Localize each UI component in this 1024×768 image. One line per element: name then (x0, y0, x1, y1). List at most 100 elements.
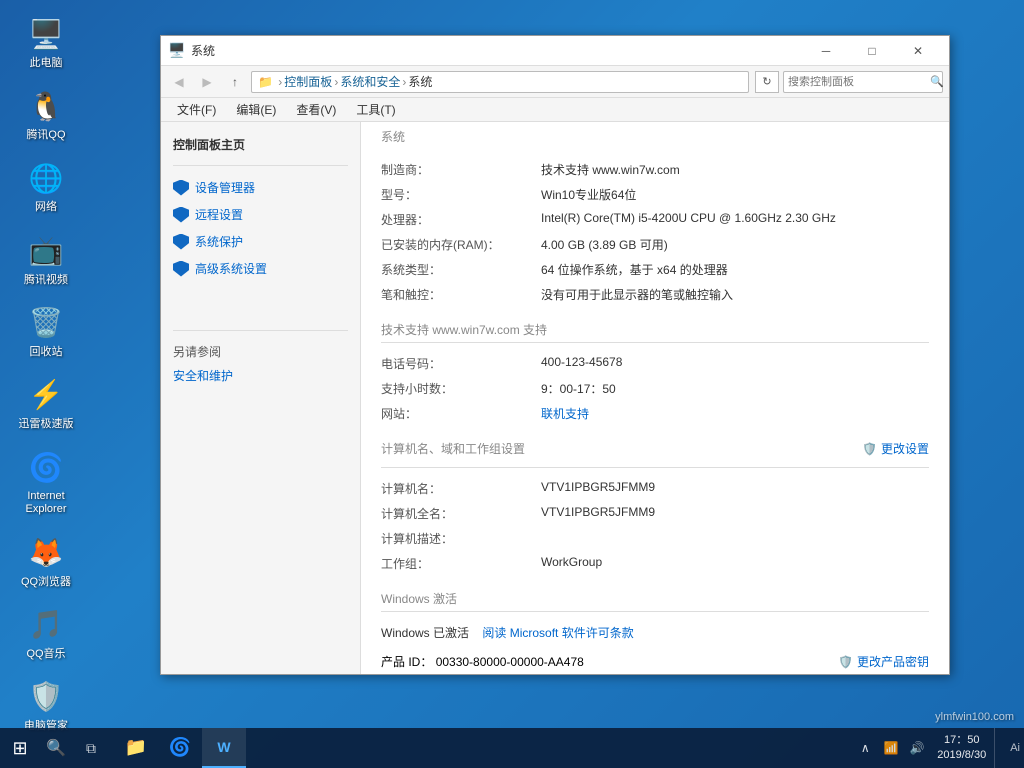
value-phone: 400-123-45678 (541, 351, 929, 376)
address-bar: ◀ ▶ ↑ 📁 › 控制面板 › 系统和安全 › 系统 ↻ 🔍 (161, 66, 949, 98)
label-phone: 电话号码： (381, 351, 541, 376)
path-current: 系统 (408, 73, 432, 90)
tray-volume-icon[interactable]: 🔊 (905, 728, 929, 768)
table-row: 网站： 联机支持 (381, 401, 929, 426)
window-title: 系统 (191, 42, 803, 59)
up-button[interactable]: ↑ (223, 70, 247, 94)
sidebar-link-advanced-settings[interactable]: 高级系统设置 (161, 255, 360, 282)
value-computer-name: VTV1IPBGR5JFMM9 (541, 476, 929, 501)
path-control-panel[interactable]: 控制面板 (284, 73, 332, 90)
change-product-key-button[interactable]: 🛡️ 更改产品密钥 (838, 653, 929, 670)
icon-qq-music[interactable]: 🎵 QQ音乐 (10, 601, 82, 665)
value-website: 联机支持 (541, 401, 929, 426)
search-icon[interactable]: 🔍 (930, 75, 944, 88)
icon-network[interactable]: 🌐 网络 (10, 154, 82, 218)
content-inner: 制造商： 技术支持 www.win7w.com 型号： Win10专业版64位 … (361, 147, 949, 674)
value-manufacturer: 技术支持 www.win7w.com (541, 157, 929, 182)
tray-up-arrow[interactable]: ∧ (853, 728, 877, 768)
label-pen-touch: 笔和触控： (381, 282, 541, 307)
sidebar-link-device-manager[interactable]: 设备管理器 (161, 174, 360, 201)
value-computer-fullname: VTV1IPBGR5JFMM9 (541, 501, 929, 526)
search-input[interactable] (788, 76, 930, 88)
search-box: 🔍 (783, 71, 943, 93)
table-row: 支持小时数： 9：00-17：50 (381, 376, 929, 401)
label-workgroup: 工作组： (381, 551, 541, 576)
menu-file[interactable]: 文件(F) (169, 99, 224, 120)
icon-my-computer[interactable]: 🖥️ 此电脑 (10, 10, 82, 74)
system-window: 🖥️ 系统 ─ □ ✕ ◀ ▶ ↑ 📁 › 控制面板 › 系统和安全 › 系统 (160, 35, 950, 675)
task-view-button[interactable]: ⧉ (72, 728, 110, 768)
sidebar-also-link-security[interactable]: 安全和维护 (161, 364, 360, 387)
taskbar: ⊞ 🔍 ⧉ 📁 🌀 W ∧ 📶 🔊 17：50 2019/8/30 Ai (0, 728, 1024, 768)
license-link[interactable]: 阅读 Microsoft 软件许可条款 (482, 626, 633, 640)
minimize-button[interactable]: ─ (803, 36, 849, 66)
taskbar-apps: 📁 🌀 W (114, 728, 246, 768)
path-system-security[interactable]: 系统和安全 (340, 73, 400, 90)
sidebar-also-see-title: 另请参阅 (161, 339, 360, 364)
computer-name-table: 计算机名： VTV1IPBGR5JFMM9 计算机全名： VTV1IPBGR5J… (381, 476, 929, 576)
window-body: 控制面板主页 设备管理器 远程设置 系统保护 高级系统设置 (161, 122, 949, 674)
taskbar-explorer[interactable]: 📁 (114, 728, 158, 768)
menu-tools[interactable]: 工具(T) (348, 99, 403, 120)
system-info-table: 制造商： 技术支持 www.win7w.com 型号： Win10专业版64位 … (381, 157, 929, 307)
value-ram: 4.00 GB (3.89 GB 可用) (541, 232, 929, 257)
icon-tencent-video[interactable]: 📺 腾讯视频 (10, 227, 82, 291)
icon-recycle-bin[interactable]: 🗑️ 回收站 (10, 299, 82, 363)
sidebar-link-system-protect[interactable]: 系统保护 (161, 228, 360, 255)
window-controls: ─ □ ✕ (803, 36, 941, 66)
taskbar-search-button[interactable]: 🔍 (40, 728, 72, 768)
label-website: 网站： (381, 401, 541, 426)
table-row: 计算机名： VTV1IPBGR5JFMM9 (381, 476, 929, 501)
value-computer-desc (541, 526, 929, 551)
forward-button[interactable]: ▶ (195, 70, 219, 94)
table-row: 工作组： WorkGroup (381, 551, 929, 576)
shield-icon-inline: 🛡️ (862, 442, 877, 456)
value-system-type: 64 位操作系统，基于 x64 的处理器 (541, 257, 929, 282)
close-button[interactable]: ✕ (895, 36, 941, 66)
taskbar-ie[interactable]: 🌀 (158, 728, 202, 768)
refresh-button[interactable]: ↻ (755, 71, 779, 93)
activated-text: Windows 已激活 (381, 626, 469, 640)
icon-qq-browser[interactable]: 🦊 QQ浏览器 (10, 529, 82, 593)
back-button[interactable]: ◀ (167, 70, 191, 94)
shield-icon (173, 180, 189, 196)
shield-icon-3 (173, 234, 189, 250)
sidebar-divider-top (173, 165, 348, 166)
start-button[interactable]: ⊞ (0, 728, 40, 768)
sidebar: 控制面板主页 设备管理器 远程设置 系统保护 高级系统设置 (161, 122, 361, 674)
sidebar-main-title: 控制面板主页 (161, 132, 360, 157)
table-row: 系统类型： 64 位操作系统，基于 x64 的处理器 (381, 257, 929, 282)
activation-row: Windows 已激活 阅读 Microsoft 软件许可条款 (381, 620, 929, 649)
icon-ie[interactable]: 🌀 Internet Explorer (10, 443, 82, 520)
window-app-icon: 🖥️ (169, 43, 185, 59)
top-section-label: 系统 (361, 122, 949, 147)
icon-qq[interactable]: 🐧 腾讯QQ (10, 82, 82, 146)
sidebar-link-remote-settings[interactable]: 远程设置 (161, 201, 360, 228)
address-path[interactable]: 📁 › 控制面板 › 系统和安全 › 系统 (251, 71, 749, 93)
change-settings-button[interactable]: 🛡️ 更改设置 (862, 440, 929, 457)
menu-edit[interactable]: 编辑(E) (228, 99, 284, 120)
label-computer-fullname: 计算机全名： (381, 501, 541, 526)
label-ram: 已安装的内存(RAM)： (381, 232, 541, 257)
maximize-button[interactable]: □ (849, 36, 895, 66)
icon-xunlei[interactable]: ⚡ 迅雷极速版 (10, 371, 82, 435)
value-workgroup: WorkGroup (541, 551, 929, 576)
value-model: Win10专业版64位 (541, 182, 929, 207)
value-hours: 9：00-17：50 (541, 376, 929, 401)
product-id-value: 00330-80000-00000-AA478 (436, 655, 584, 669)
desktop-icon-area: 🖥️ 此电脑 🐧 腾讯QQ 🌐 网络 📺 腾讯视频 🗑️ 回收站 ⚡ 迅雷极速版… (10, 10, 82, 737)
tray-clock[interactable]: 17：50 2019/8/30 (931, 733, 992, 764)
shield-icon-key: 🛡️ (838, 655, 853, 669)
path-folder-icon: 📁 (258, 75, 273, 89)
taskbar-word[interactable]: W (202, 728, 246, 768)
menu-view[interactable]: 查看(V) (288, 99, 344, 120)
online-support-link[interactable]: 联机支持 (541, 407, 589, 421)
table-row: 处理器： Intel(R) Core(TM) i5-4200U CPU @ 1.… (381, 207, 929, 232)
support-info-table: 电话号码： 400-123-45678 支持小时数： 9：00-17：50 网站… (381, 351, 929, 426)
shield-icon-4 (173, 261, 189, 277)
label-hours: 支持小时数： (381, 376, 541, 401)
tray-show-desktop[interactable] (994, 728, 1002, 768)
tray-network-icon[interactable]: 📶 (879, 728, 903, 768)
product-id-label: 产品 ID： (381, 655, 432, 669)
sidebar-divider-bottom (173, 330, 348, 331)
